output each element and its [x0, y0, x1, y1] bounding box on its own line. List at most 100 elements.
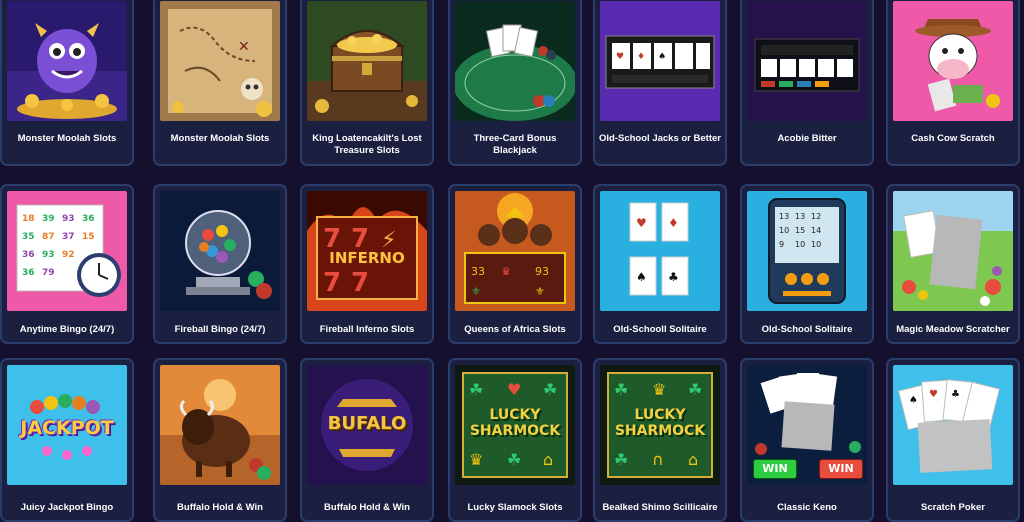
- svg-text:14: 14: [811, 226, 821, 235]
- svg-text:⚜: ⚜: [535, 285, 545, 298]
- svg-text:☘: ☘: [688, 380, 702, 399]
- game-title: Old-Schooll Solitaire: [613, 324, 707, 335]
- game-card-magic-meadow[interactable]: Magic Meadow Scratcher: [886, 184, 1020, 344]
- game-title: Monster Moolah Slots: [170, 133, 270, 144]
- game-thumbnail: 33 ♛ 93 ⚜ ⚜: [455, 191, 575, 311]
- game-thumbnail: JACKPOT: [7, 365, 127, 485]
- game-grid: Monster Moolah Slots ✕ Monster Moolah Sl…: [0, 0, 1024, 522]
- svg-text:☘: ☘: [543, 380, 557, 399]
- game-card-scratch-poker[interactable]: ♠ ♥ ♣ Scratch Poker: [886, 358, 1020, 522]
- game-card-fireball-bingo[interactable]: Fireball Bingo (24/7): [153, 184, 287, 344]
- game-card-classic-keno[interactable]: WIN WIN Classic Keno: [740, 358, 874, 522]
- game-title: Magic Meadow Scratcher: [896, 324, 1010, 335]
- game-thumbnail: ♥ ♦ ♠ ♣: [600, 191, 720, 311]
- game-title: Cash Cow Scratch: [911, 133, 995, 144]
- svg-text:15: 15: [82, 232, 95, 242]
- svg-text:♣: ♣: [668, 270, 679, 284]
- game-title: Fireball Bingo (24/7): [174, 324, 266, 335]
- game-card-blackjack[interactable]: Three-Card Bonus Blackjack: [448, 0, 582, 166]
- svg-text:37: 37: [62, 232, 75, 242]
- svg-text:93: 93: [535, 265, 549, 278]
- game-thumbnail: ✕: [160, 1, 280, 121]
- game-thumbnail: [160, 365, 280, 485]
- buffalo-logo-text: BUFALO: [327, 413, 407, 434]
- svg-text:10: 10: [795, 240, 805, 249]
- svg-text:♦: ♦: [637, 52, 645, 62]
- svg-text:♦: ♦: [668, 216, 679, 230]
- game-card-video-poker[interactable]: Acobie Bitter: [740, 0, 874, 166]
- svg-text:∩: ∩: [652, 450, 664, 469]
- game-thumbnail: WIN WIN: [747, 365, 867, 485]
- inferno-logo-text: INFERNO: [329, 249, 405, 267]
- svg-text:♠: ♠: [909, 395, 918, 406]
- svg-text:18: 18: [22, 214, 35, 224]
- game-card-treasure-map[interactable]: ✕ Monster Moolah Slots: [153, 0, 287, 166]
- svg-text:♛: ♛: [501, 265, 511, 278]
- game-thumbnail: [747, 1, 867, 121]
- svg-text:☘: ☘: [507, 450, 521, 469]
- svg-text:12: 12: [811, 212, 821, 221]
- game-title: Three-Card Bonus Blackjack: [473, 133, 557, 156]
- svg-text:⚜: ⚜: [471, 285, 481, 298]
- game-thumbnail: [455, 1, 575, 121]
- svg-text:♣: ♣: [951, 389, 960, 400]
- game-card-juicy-jackpot[interactable]: JACKPOT Juicy Jackpot Bingo: [0, 358, 134, 522]
- game-card-fireball-inferno[interactable]: 7 7 ⚡ 7 7 INFERNO Fireball Inferno Slots: [300, 184, 434, 344]
- svg-text:35: 35: [22, 232, 35, 242]
- svg-text:♥: ♥: [507, 380, 521, 399]
- game-card-handheld-solitaire[interactable]: 13 13 12 10 15 14 9 10 10 Old-School Solitaire: [740, 184, 874, 344]
- svg-text:♠: ♠: [658, 52, 666, 62]
- game-title: Buffalo Hold & Win: [324, 502, 410, 513]
- game-title: Monster Moolah Slots: [17, 133, 117, 144]
- game-card-queens-of-africa[interactable]: 33 ♛ 93 ⚜ ⚜ Queens of Africa Slots: [448, 184, 582, 344]
- game-card-buffalo-logo[interactable]: BUFALO Buffalo Hold & Win: [300, 358, 434, 522]
- win-badge-left: WIN: [753, 459, 797, 479]
- game-title: Buffalo Hold & Win: [177, 502, 263, 513]
- svg-text:♛: ♛: [469, 450, 483, 469]
- game-card-monster-moolah[interactable]: Monster Moolah Slots: [0, 0, 134, 166]
- game-title: Queens of Africa Slots: [464, 324, 566, 335]
- game-card-buffalo-hold-win[interactable]: Buffalo Hold & Win: [153, 358, 287, 522]
- svg-text:93: 93: [42, 250, 55, 260]
- game-title: Bealked Shimo Scillicaire: [602, 502, 718, 513]
- svg-text:93: 93: [62, 214, 75, 224]
- svg-text:☘: ☘: [614, 380, 628, 399]
- game-thumbnail: 13 13 12 10 15 14 9 10 10: [747, 191, 867, 311]
- svg-text:13: 13: [779, 212, 789, 221]
- game-card-lucky-shamrock-2[interactable]: ☘ ♛ ☘ ☘ ∩ ⌂ LUCKY SHARMOCK Bealked Shimo Scil…: [593, 358, 727, 522]
- game-card-anytime-bingo[interactable]: 18 39 93 36 35 87 37 15 36 93 92 36 79 Anytime Bingo…: [0, 184, 134, 344]
- svg-text:13: 13: [795, 212, 805, 221]
- game-thumbnail: ♠ ♥ ♣: [893, 365, 1013, 485]
- game-title: King Loatencakilt's Lost Treasure Slots: [312, 133, 422, 156]
- game-thumbnail: ☘ ♛ ☘ ☘ ∩ ⌂ LUCKY SHARMOCK: [600, 365, 720, 485]
- svg-text:☘: ☘: [469, 380, 483, 399]
- svg-text:♛: ♛: [652, 380, 666, 399]
- game-thumbnail: [160, 191, 280, 311]
- svg-text:87: 87: [42, 232, 55, 242]
- svg-text:♥: ♥: [636, 216, 647, 230]
- svg-text:10: 10: [811, 240, 821, 249]
- svg-text:33: 33: [471, 265, 485, 278]
- game-title: Anytime Bingo (24/7): [19, 324, 115, 335]
- game-card-lost-treasure[interactable]: King Loatencakilt's Lost Treasure Slots: [300, 0, 434, 166]
- game-thumbnail: [7, 1, 127, 121]
- game-title: Scratch Poker: [921, 502, 985, 513]
- win-badge-right: WIN: [819, 459, 863, 479]
- game-thumbnail: [307, 1, 427, 121]
- svg-text:92: 92: [62, 250, 75, 260]
- game-thumbnail: ☘ ♥ ☘ ♛ ☘ ⌂ LUCKY SHARMOCK: [455, 365, 575, 485]
- svg-text:36: 36: [82, 214, 95, 224]
- game-thumbnail: 7 7 ⚡ 7 7 INFERNO: [307, 191, 427, 311]
- game-card-cash-cow[interactable]: Cash Cow Scratch: [886, 0, 1020, 166]
- svg-text:9: 9: [779, 240, 784, 249]
- game-card-old-school-solitaire[interactable]: ♥ ♦ ♠ ♣ Old-Schooll Solitaire: [593, 184, 727, 344]
- game-card-lucky-shamrock[interactable]: ☘ ♥ ☘ ♛ ☘ ⌂ LUCKY SHARMOCK Lucky Slamock Slot…: [448, 358, 582, 522]
- game-card-jacks-or-better[interactable]: ♥ ♦ ♠ Old-School Jacks or Better: [593, 0, 727, 166]
- svg-text:♥: ♥: [616, 52, 624, 62]
- svg-text:79: 79: [42, 268, 55, 278]
- svg-text:♠: ♠: [636, 270, 647, 284]
- jackpot-logo-text: JACKPOT: [20, 417, 114, 439]
- game-title: Classic Keno: [777, 502, 837, 513]
- svg-text:15: 15: [795, 226, 805, 235]
- game-title: Fireball Inferno Slots: [319, 324, 415, 335]
